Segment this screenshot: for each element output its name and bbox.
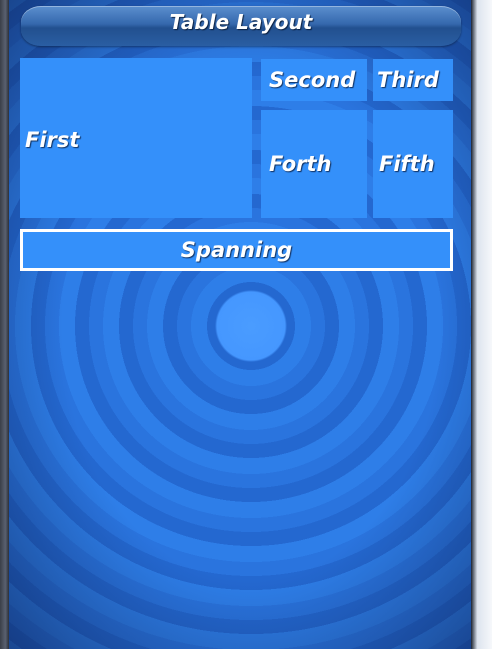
cell-label-second: Second — [269, 68, 356, 92]
title-bar: Table Layout — [21, 6, 461, 46]
device-bezel-left — [0, 0, 9, 649]
cell-label-third: Third — [377, 68, 439, 92]
table-cell-first[interactable]: First — [20, 58, 252, 218]
cell-label-spanning: Spanning — [180, 238, 293, 262]
page-title: Table Layout — [169, 10, 313, 34]
device-bezel-right — [471, 0, 492, 649]
table-cell-second[interactable]: Second — [261, 59, 367, 101]
table-cell-spanning[interactable]: Spanning — [20, 229, 453, 271]
table-cell-third[interactable]: Third — [373, 59, 453, 101]
cell-label-forth: Forth — [269, 152, 332, 176]
cell-label-fifth: Fifth — [379, 152, 435, 176]
table-cell-forth[interactable]: Forth — [261, 110, 367, 218]
app-screen: Table Layout First Second Third Forth Fi… — [9, 0, 471, 649]
cell-label-first: First — [25, 128, 80, 152]
table-cell-fifth[interactable]: Fifth — [373, 110, 453, 218]
